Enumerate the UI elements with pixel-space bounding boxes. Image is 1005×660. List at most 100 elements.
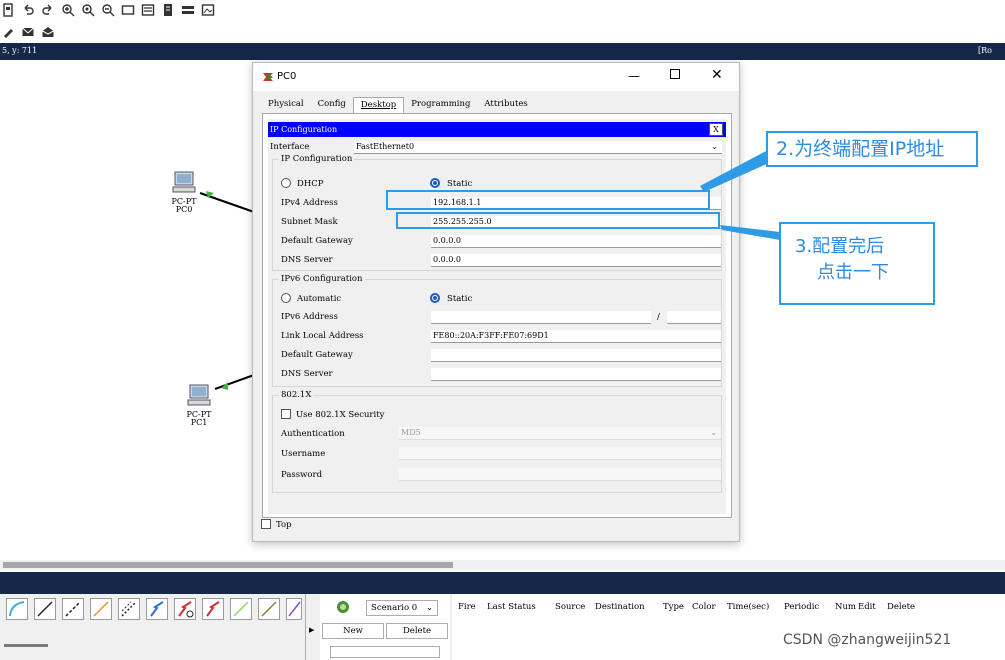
device-name-label: PC0 xyxy=(175,205,193,214)
scenario-select[interactable]: Scenario 0 ⌄ xyxy=(366,600,438,616)
ipv4-address-label: IPv4 Address xyxy=(281,198,338,208)
chevron-down-icon: ⌄ xyxy=(425,603,433,613)
serial-dte-cable-icon[interactable] xyxy=(202,598,224,620)
authentication-select[interactable]: MD5 ⌄ xyxy=(399,427,721,440)
minimize-icon[interactable]: — xyxy=(628,69,640,83)
redo-icon[interactable] xyxy=(40,2,56,18)
username-label: Username xyxy=(281,449,326,459)
scenario-info-icon xyxy=(337,601,349,613)
device-name-label: PC1 xyxy=(190,418,208,427)
username-input[interactable] xyxy=(399,447,721,460)
device-pc0[interactable]: PC-PT PC0 xyxy=(164,170,204,214)
dns-server-label: DNS Server xyxy=(281,255,333,265)
desktop-tab-panel: IP Configuration X Interface FastEtherne… xyxy=(262,113,732,518)
pdu-col-type: Type xyxy=(663,602,684,612)
usb-cable-icon[interactable] xyxy=(286,598,302,620)
scrollbar-thumb[interactable] xyxy=(3,562,453,568)
tab-physical[interactable]: Physical xyxy=(261,97,311,113)
mail-icon[interactable] xyxy=(20,24,36,40)
straight-cable-icon[interactable] xyxy=(62,598,84,620)
rectangle-icon[interactable] xyxy=(120,2,136,18)
zoom-out-icon[interactable] xyxy=(100,2,116,18)
annotation-callout-click: 3.配置完后 点击一下 xyxy=(779,222,935,305)
ipv6-prefix-input[interactable] xyxy=(667,311,721,324)
top-checkbox[interactable] xyxy=(261,519,271,529)
mask-highlight-box xyxy=(396,212,720,229)
ip-configuration-header: IP Configuration X xyxy=(268,122,726,137)
use-dot1x-checkbox[interactable] xyxy=(281,409,291,419)
phone-cable-icon[interactable] xyxy=(146,598,168,620)
new-scenario-button[interactable]: New xyxy=(322,623,384,639)
static-label: Static xyxy=(447,179,473,189)
ipv6-address-label: IPv6 Address xyxy=(281,312,338,322)
pdu-col-color: Color xyxy=(692,602,716,612)
maximize-icon[interactable] xyxy=(670,69,680,82)
close-icon[interactable]: ✕ xyxy=(711,67,723,83)
link-local-input[interactable]: FE80::20A:F3FF:FE07:69D1 xyxy=(431,330,721,343)
crossover-cable-icon[interactable] xyxy=(118,598,140,620)
top-label: Top xyxy=(276,520,292,530)
devices-icon[interactable] xyxy=(180,2,196,18)
close-panel-button[interactable]: X xyxy=(709,123,723,136)
iot-cable-icon[interactable] xyxy=(258,598,280,620)
palette-icon[interactable] xyxy=(140,2,156,18)
zoom-reset-icon[interactable] xyxy=(80,2,96,18)
toggle-pdu-button[interactable] xyxy=(330,646,440,658)
image-icon[interactable] xyxy=(200,2,216,18)
expand-arrow-icon[interactable]: ▶ xyxy=(309,626,314,634)
pc-icon xyxy=(187,384,211,406)
fiber-cable-icon[interactable] xyxy=(90,598,112,620)
pc-icon xyxy=(172,171,196,193)
window-tabs: Physical Config Desktop Programming Attr… xyxy=(261,97,535,113)
ipv6-gateway-input[interactable] xyxy=(431,349,721,362)
workspace-scrollbar[interactable] xyxy=(0,560,1005,570)
annotation-callout-ip: 2.为终端配置IP地址 xyxy=(766,131,978,167)
serial-dce-cable-icon[interactable] xyxy=(174,598,196,620)
link-local-label: Link Local Address xyxy=(281,331,364,341)
ipv6-config-group: IPv6 Configuration Automatic Static IPv6… xyxy=(272,274,722,387)
dhcp-radio[interactable] xyxy=(281,178,291,188)
pdu-col-destination: Destination xyxy=(595,602,645,612)
tab-config[interactable]: Config xyxy=(311,97,353,113)
dhcp-label: DHCP xyxy=(297,179,324,189)
undo-icon[interactable] xyxy=(20,2,36,18)
prefix-slash: / xyxy=(657,312,660,322)
notes-icon[interactable] xyxy=(160,2,176,18)
default-gateway-input[interactable]: 0.0.0.0 xyxy=(431,235,721,248)
coordinates-readout: 5, y: 711 xyxy=(2,46,38,55)
panel-divider xyxy=(305,594,306,660)
ipv6-dns-input[interactable] xyxy=(431,368,721,381)
dot1x-group: 802.1X Use 802.1X Security Authenticatio… xyxy=(272,390,722,493)
ipv6-static-radio[interactable] xyxy=(430,293,440,303)
open-mail-icon[interactable] xyxy=(40,24,56,40)
device-pc1[interactable]: PC-PT PC1 xyxy=(179,383,219,427)
ipv6-group-title: IPv6 Configuration xyxy=(279,274,365,284)
ipv6-dns-label: DNS Server xyxy=(281,369,333,379)
automatic-radio[interactable] xyxy=(281,293,291,303)
dns-server-input[interactable]: 0.0.0.0 xyxy=(431,254,721,267)
octal-cable-icon[interactable] xyxy=(230,598,252,620)
subnet-mask-label: Subnet Mask xyxy=(281,217,338,227)
ipv6-address-input[interactable] xyxy=(431,311,651,324)
callout-line-2: 点击一下 xyxy=(817,262,889,283)
connection-lines xyxy=(199,191,255,390)
tab-attributes[interactable]: Attributes xyxy=(477,97,534,113)
password-input[interactable] xyxy=(399,468,721,481)
callout-line-1: 3.配置完后 xyxy=(795,236,885,257)
mode-indicator: [Ro xyxy=(978,46,992,55)
tab-programming[interactable]: Programming xyxy=(404,97,477,113)
static-radio[interactable] xyxy=(430,178,440,188)
pen-icon[interactable] xyxy=(0,24,16,40)
auto-connection-icon[interactable] xyxy=(6,598,28,620)
use-dot1x-label: Use 802.1X Security xyxy=(296,410,385,420)
info-icon[interactable] xyxy=(0,2,16,18)
window-titlebar: PC0 — ✕ xyxy=(253,63,739,91)
tab-desktop[interactable]: Desktop xyxy=(352,97,405,113)
default-gateway-label: Default Gateway xyxy=(281,236,353,246)
pdu-col-num: Num xyxy=(835,602,856,612)
zoom-in-icon[interactable] xyxy=(60,2,76,18)
dot1x-group-title: 802.1X xyxy=(279,390,314,400)
interface-select[interactable]: FastEthernet0 ⌄ xyxy=(354,141,722,154)
delete-scenario-button[interactable]: Delete xyxy=(386,623,448,639)
console-cable-icon[interactable] xyxy=(34,598,56,620)
